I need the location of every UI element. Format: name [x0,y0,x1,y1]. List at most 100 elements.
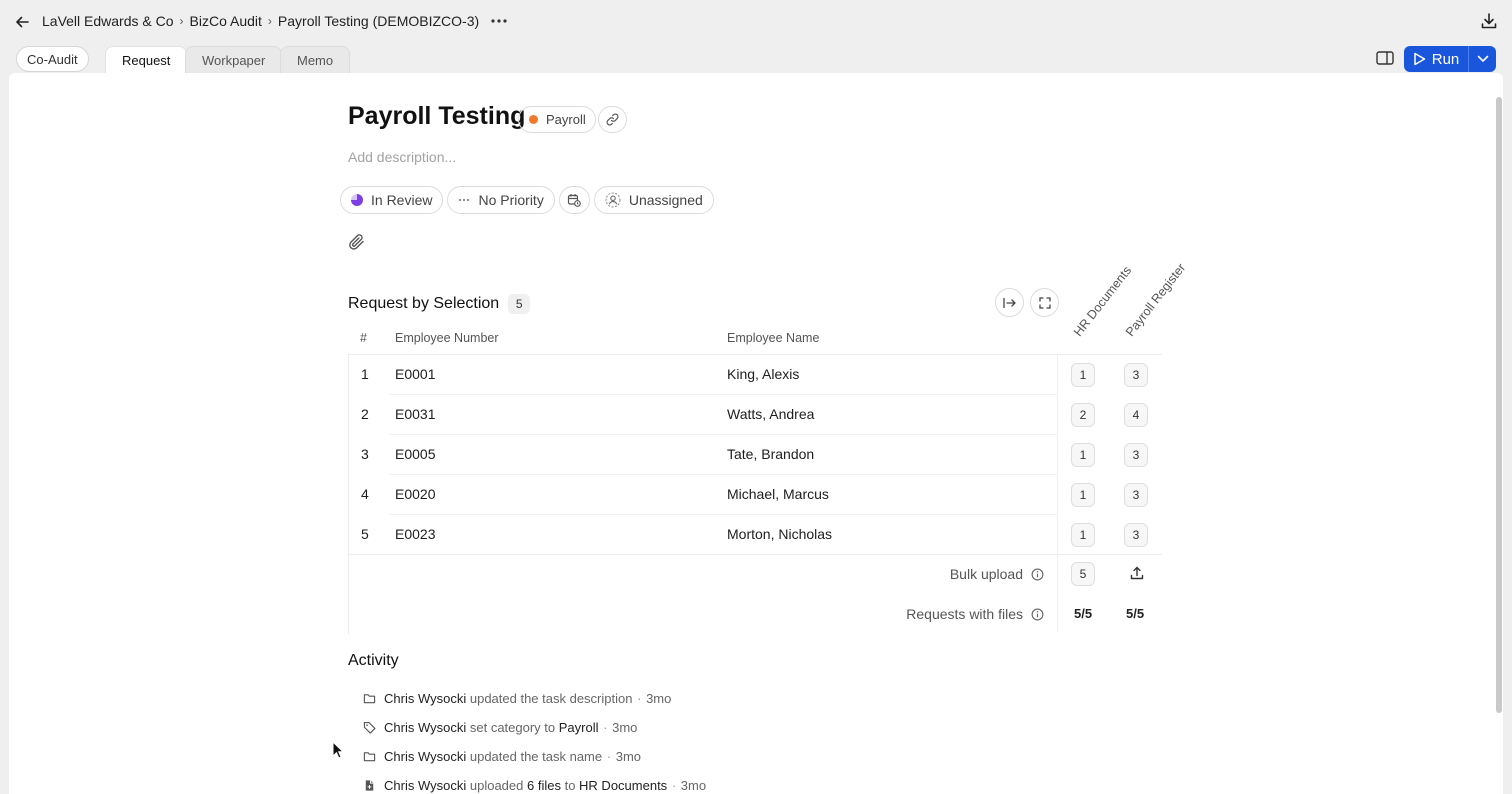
employee-name: Tate, Brandon [727,446,815,462]
activity-user[interactable]: Chris Wysocki [384,720,466,735]
table-row[interactable]: 3 E0005 Tate, Brandon 1 3 [349,435,1162,475]
hr-documents-count[interactable]: 1 [1071,483,1095,507]
expand-side-button[interactable] [995,288,1024,317]
page-title[interactable]: Payroll Testing [348,102,525,131]
fullscreen-button[interactable] [1030,288,1059,317]
category-pill[interactable]: Payroll [518,106,596,133]
tab-workpaper[interactable]: Workpaper [185,46,283,74]
row-index: 2 [361,406,369,422]
chevron-down-icon [1477,55,1488,62]
tab-row: Co-Audit Request Workpaper Memo Run [0,44,1512,74]
activity-time: 3mo [680,778,707,793]
row-index: 1 [361,366,369,382]
link-icon [606,113,619,126]
payroll-register-count[interactable]: 3 [1124,363,1148,387]
bulk-upload-row: Bulk upload 5 [348,554,1162,594]
employee-name: Morton, Nicholas [727,526,833,542]
table-row[interactable]: 4 E0020 Michael, Marcus 1 3 [349,475,1162,515]
download-icon[interactable] [1480,12,1500,32]
priority-chip[interactable]: No Priority [447,186,555,214]
paperclip-icon[interactable] [348,233,366,251]
payroll-register-count[interactable]: 3 [1124,483,1148,507]
run-label: Run [1431,50,1460,68]
activity-user[interactable]: Chris Wysocki [384,691,466,706]
play-icon [1413,52,1425,66]
activity-user[interactable]: Chris Wysocki [384,778,466,793]
request-section-label: Request by Selection [348,295,500,312]
activity-files[interactable]: 6 files [527,778,561,793]
activity-text-to: to [564,778,576,793]
bulk-upload-hr-count[interactable]: 5 [1071,562,1095,586]
request-section-title: Request by Selection 5 [348,294,531,314]
activity-user[interactable]: Chris Wysocki [384,749,466,764]
main-panel: Payroll Testing Payroll Add description.… [9,73,1503,794]
calendar-clock-icon [568,194,582,207]
info-icon[interactable] [1031,608,1044,621]
activity-title: Activity [348,652,399,669]
breadcrumb-item-firm[interactable]: LaVell Edwards & Co [42,13,174,29]
column-header-employee-name[interactable]: Employee Name [727,331,819,345]
table-row[interactable]: 5 E0023 Morton, Nicholas 1 3 [349,515,1162,555]
tag-icon [363,722,376,734]
hr-documents-count[interactable]: 1 [1071,363,1095,387]
activity-target[interactable]: Payroll [559,720,599,735]
payroll-register-count[interactable]: 3 [1124,523,1148,547]
status-label: In Review [371,192,433,208]
employee-number: E0023 [395,526,436,542]
file-icon [365,780,374,791]
copy-link-button[interactable] [598,106,627,133]
assignee-chip[interactable]: Unassigned [593,186,714,214]
scrollbar[interactable] [1496,97,1502,713]
more-options-icon[interactable] [491,19,507,23]
requests-with-files-row: Requests with files 5/5 5/5 [348,594,1162,634]
activity-text: updated the task description [469,691,633,706]
back-arrow-icon[interactable] [12,12,32,32]
breadcrumb-item-engagement[interactable]: BizCo Audit [190,13,262,29]
hr-documents-files-ratio: 5/5 [1074,606,1093,621]
request-count-badge: 5 [508,294,531,314]
bulk-upload-label: Bulk upload [950,566,1044,582]
arrow-to-right-icon [1002,297,1016,308]
top-bar: LaVell Edwards & Co › BizCo Audit › Payr… [0,0,1512,44]
activity-item: Chris Wysocki updated the task name · 3m… [363,749,641,764]
description-field[interactable]: Add description... [348,149,456,165]
tab-memo[interactable]: Memo [280,46,351,74]
breadcrumb-separator: › [179,14,184,28]
run-dropdown-button[interactable] [1468,46,1496,72]
tab-request[interactable]: Request [105,46,188,74]
table-header: # Employee Number Employee Name [348,331,1162,355]
info-icon[interactable] [1031,568,1044,581]
status-chip[interactable]: In Review [340,186,444,214]
hr-documents-count[interactable]: 1 [1071,523,1095,547]
requests-with-files-text: Requests with files [906,606,1023,622]
request-table: 1 E0001 King, Alexis 1 3 2 E0031 Watts, … [348,354,1162,555]
hr-documents-count[interactable]: 2 [1071,403,1095,427]
payroll-register-count[interactable]: 3 [1124,443,1148,467]
employee-number: E0020 [395,486,436,502]
activity-text: uploaded [469,778,524,793]
employee-name: Watts, Andrea [727,406,815,422]
employee-number: E0031 [395,406,436,422]
hr-documents-count[interactable]: 1 [1071,443,1095,467]
co-audit-button[interactable]: Co-Audit [16,46,89,72]
side-panel-toggle-icon[interactable] [1376,51,1394,67]
payroll-register-count[interactable]: 4 [1124,403,1148,427]
row-index: 4 [361,486,369,502]
activity-text: updated the task name [469,749,603,764]
run-button[interactable]: Run [1404,46,1468,72]
activity-text: set category to [469,720,556,735]
breadcrumb-item-task[interactable]: Payroll Testing (DEMOBIZCO-3) [278,13,479,29]
column-header-employee-number[interactable]: Employee Number [395,331,499,345]
priority-label: No Priority [478,192,544,208]
due-date-chip[interactable] [558,186,590,214]
table-row[interactable]: 1 E0001 King, Alexis 1 3 [349,355,1162,395]
task-properties: In Review No Priority Unassigned [340,186,714,214]
activity-time: 3mo [612,720,638,735]
no-priority-icon [459,199,470,201]
activity-item: Chris Wysocki uploaded 6 files to HR Doc… [363,778,706,793]
upload-icon[interactable] [1130,566,1144,583]
activity-target[interactable]: HR Documents [579,778,667,793]
activity-item: Chris Wysocki updated the task descripti… [363,691,671,706]
in-review-status-icon [351,194,363,206]
table-row[interactable]: 2 E0031 Watts, Andrea 2 4 [349,395,1162,435]
